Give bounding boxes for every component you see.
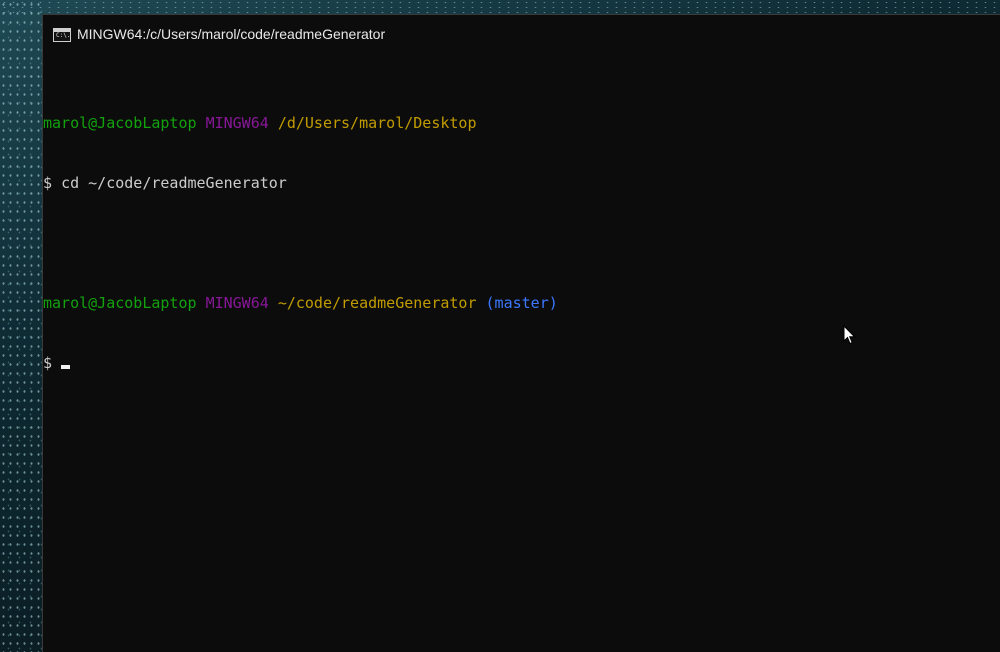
window-title: MINGW64:/c/Users/marol/code/readmeGenera… [77,26,386,42]
desktop-wallpaper: C:\. MINGW64:/c/Users/marol/code/readmeG… [0,0,1000,652]
prompt-symbol: $ [43,174,53,192]
prompt-host: MINGW64 [205,294,269,312]
command-text: cd ~/code/readmeGenerator [61,174,287,192]
prompt-symbol: $ [43,354,53,372]
git-branch: (master) [485,294,558,312]
mouse-pointer-icon [843,325,856,345]
input-line[interactable]: $ [43,353,558,373]
title-bar[interactable]: C:\. MINGW64:/c/Users/marol/code/readmeG… [43,15,1000,53]
prompt-path: ~/code/readmeGenerator [277,294,477,312]
prompt-user: marol@JacobLaptop [43,114,197,132]
console-icon: C:\. [53,28,71,42]
command-line: $ cd ~/code/readmeGenerator [43,173,558,193]
prompt-line: marol@JacobLaptop MINGW64 ~/code/readmeG… [43,293,558,313]
wallpaper-top-strip [0,0,1000,14]
prompt-line: marol@JacobLaptop MINGW64 /d/Users/marol… [43,113,558,133]
prompt-user: marol@JacobLaptop [43,294,197,312]
prompt-path: /d/Users/marol/Desktop [277,114,477,132]
text-cursor [61,365,71,369]
console-output[interactable]: marol@JacobLaptop MINGW64 /d/Users/marol… [43,73,558,413]
wallpaper-left-strip [0,0,44,652]
console-icon-text: C:\. [56,32,71,39]
prompt-host: MINGW64 [205,114,269,132]
